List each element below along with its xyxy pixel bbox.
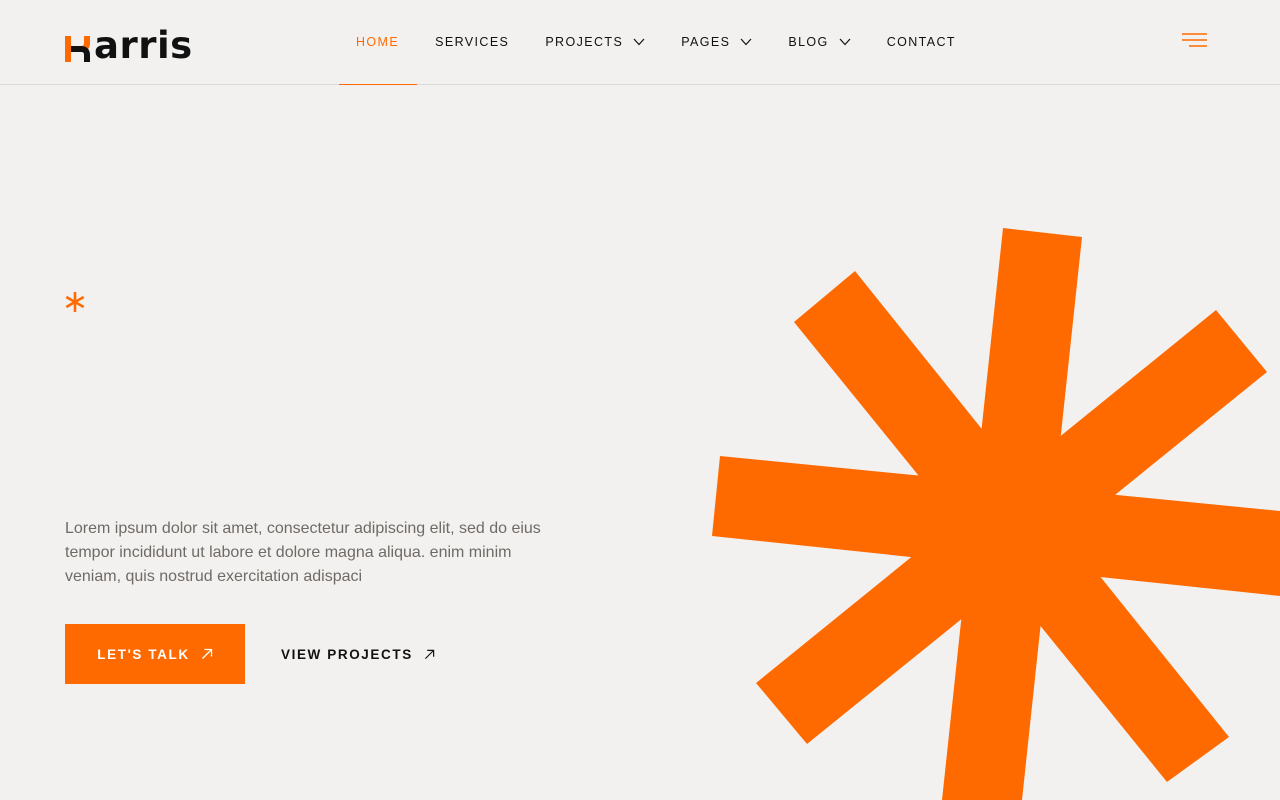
view-projects-button[interactable]: VIEW PROJECTS — [281, 624, 435, 684]
chevron-down-icon — [633, 38, 645, 46]
site-header: arris HOME SERVICES PROJECTS PAGES BLOG — [0, 0, 1280, 85]
logo-text: arris — [94, 24, 193, 67]
nav-item-services[interactable]: SERVICES — [417, 0, 527, 84]
lets-talk-button[interactable]: LET'S TALK — [65, 624, 245, 684]
logo[interactable]: arris — [65, 22, 193, 67]
hero-description: Lorem ipsum dolor sit amet, consectetur … — [65, 520, 541, 585]
nav-item-projects[interactable]: PROJECTS — [527, 0, 663, 84]
nav-item-label: PAGES — [681, 35, 731, 49]
nav-item-blog[interactable]: BLOG — [770, 0, 868, 84]
nav-item-label: CONTACT — [886, 35, 956, 49]
lets-talk-label: LET'S TALK — [97, 646, 190, 662]
nav-item-home[interactable]: HOME — [339, 0, 418, 85]
view-projects-label: VIEW PROJECTS — [281, 646, 413, 662]
nav-item-contact[interactable]: CONTACT — [869, 0, 974, 84]
nav-item-pages[interactable]: PAGES — [663, 0, 770, 84]
main-nav: HOME SERVICES PROJECTS PAGES BLOG CONTAC… — [339, 0, 974, 85]
arrow-up-right-icon — [424, 649, 435, 659]
hamburger-menu-icon[interactable] — [1180, 31, 1208, 49]
chevron-down-icon — [839, 38, 851, 46]
asterisk-icon — [65, 292, 85, 312]
chevron-down-icon — [740, 38, 752, 46]
arrow-up-right-icon — [201, 648, 212, 659]
nav-item-label: BLOG — [788, 35, 829, 49]
nav-item-label: PROJECTS — [545, 35, 624, 49]
nav-item-label: SERVICES — [435, 35, 510, 49]
nav-item-label: HOME — [356, 35, 400, 49]
logo-mark-icon — [65, 36, 90, 62]
